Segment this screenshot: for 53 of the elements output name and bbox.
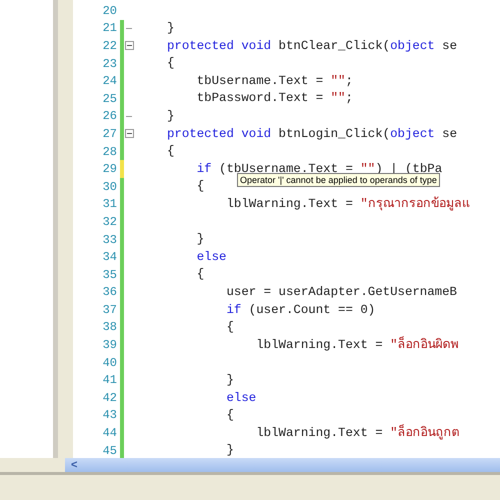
line-number: 38 bbox=[102, 319, 118, 336]
line-number: 37 bbox=[102, 302, 118, 319]
code-line: { bbox=[196, 266, 204, 284]
code-line: lblWarning.Text = "กรุณากรอกข้อมูลแ bbox=[225, 196, 470, 214]
line-number: 33 bbox=[102, 232, 118, 249]
line-number: 41 bbox=[102, 372, 118, 390]
line-number: 29 bbox=[102, 161, 118, 178]
code-line: protected void btnLogin_Click(object se bbox=[167, 126, 458, 143]
line-number: 34 bbox=[102, 249, 118, 266]
code-line: { bbox=[167, 143, 174, 160]
code-line: { bbox=[167, 55, 174, 72]
line-number: 23 bbox=[102, 56, 118, 73]
line-number: 40 bbox=[102, 354, 118, 372]
code-line: else bbox=[196, 248, 226, 266]
line-number: 21 bbox=[102, 20, 118, 38]
code-line: } bbox=[225, 442, 234, 458]
code-line: protected void btnClear_Click(object se bbox=[167, 38, 458, 55]
line-number: 20 bbox=[102, 2, 118, 20]
code-line: tbPassword.Text = ""; bbox=[196, 90, 353, 108]
line-number: 42 bbox=[102, 390, 118, 407]
collapse-icon[interactable] bbox=[125, 129, 134, 138]
code-line: } bbox=[225, 372, 234, 389]
code-line: else bbox=[225, 390, 256, 407]
line-number: 45 bbox=[102, 442, 118, 458]
collapse-icon[interactable] bbox=[125, 41, 134, 50]
line-number: 36 bbox=[102, 284, 118, 302]
line-number: 43 bbox=[102, 407, 118, 424]
line-number: 30 bbox=[102, 178, 118, 196]
line-number: 44 bbox=[102, 425, 118, 442]
line-number: 22 bbox=[102, 38, 118, 55]
code-line: user = userAdapter.GetUsernameB bbox=[225, 284, 457, 301]
line-number: 35 bbox=[102, 266, 118, 284]
code-line: { bbox=[225, 319, 234, 336]
code-line: } bbox=[167, 108, 174, 126]
line-number: 26 bbox=[102, 108, 118, 126]
code-line: lblWarning.Text = "ล็อกอินผิดพ bbox=[255, 336, 459, 354]
line-number: 32 bbox=[102, 214, 118, 231]
code-line: { bbox=[196, 178, 204, 196]
code-line: lblWarning.Text = "ล็อกอินถูกต bbox=[255, 424, 460, 442]
code-line: } bbox=[167, 20, 174, 38]
code-line: } bbox=[196, 231, 204, 248]
code-line: if (user.Count == 0) bbox=[225, 302, 376, 319]
horizontal-scrollbar[interactable]: < bbox=[65, 458, 500, 472]
scroll-left-button[interactable]: < bbox=[65, 460, 84, 470]
code-line: { bbox=[225, 407, 234, 424]
line-number: 27 bbox=[102, 126, 118, 143]
line-number: 39 bbox=[102, 337, 118, 354]
code-line: tbUsername.Text = ""; bbox=[196, 72, 353, 90]
line-number: 28 bbox=[102, 144, 118, 161]
line-number: 25 bbox=[102, 90, 118, 108]
error-tooltip: Operator '|' cannot be applied to operands of type bbox=[237, 173, 440, 187]
line-number: 31 bbox=[102, 196, 118, 214]
line-number: 24 bbox=[102, 73, 118, 90]
